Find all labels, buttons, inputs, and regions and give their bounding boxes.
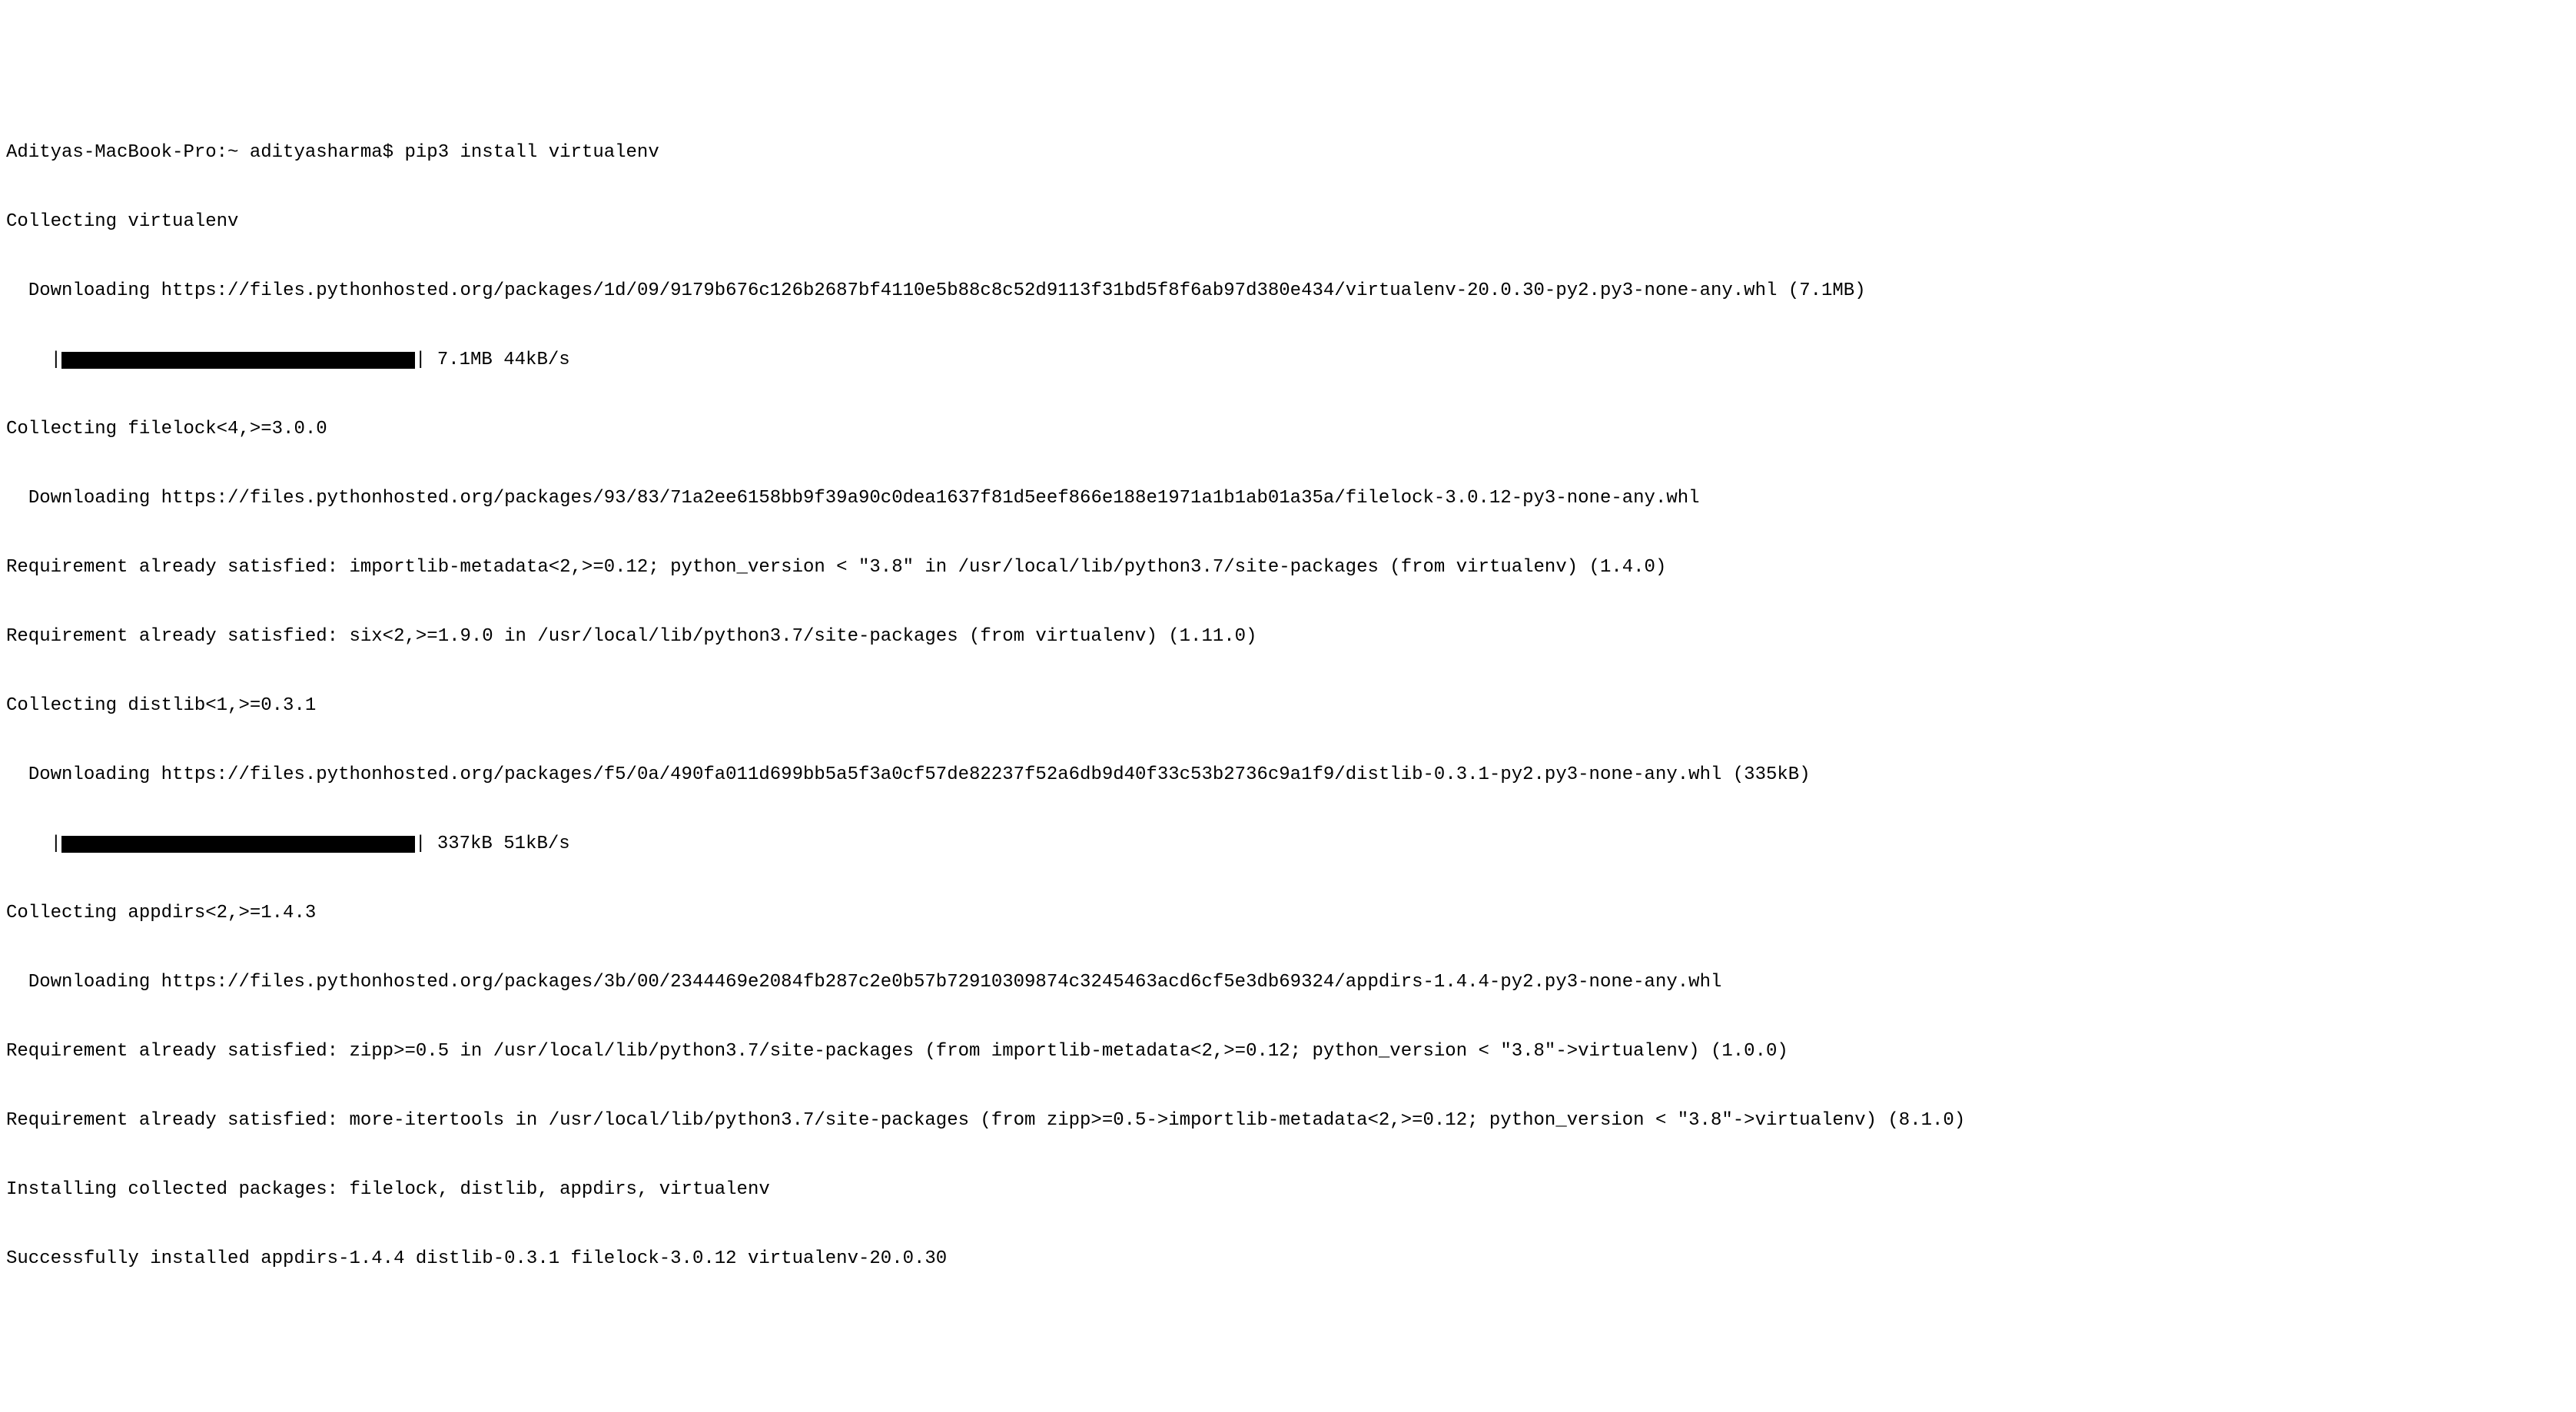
output-line: Collecting virtualenv [6, 210, 2570, 234]
terminal-output[interactable]: Adityas-MacBook-Pro:~ adityasharma$ pip3… [6, 95, 2570, 1294]
output-line: Requirement already satisfied: importlib… [6, 556, 2570, 579]
command-text: pip3 install virtualenv [404, 142, 659, 163]
progress-bar-fill [61, 836, 415, 853]
output-line: Successfully installed appdirs-1.4.4 dis… [6, 1248, 2570, 1271]
progress-pipe-left: | [51, 833, 61, 856]
progress-stats: 337kB 51kB/s [426, 833, 569, 856]
progress-bar-line: | | 337kB 51kB/s [6, 833, 2570, 856]
output-line: Requirement already satisfied: zipp>=0.5… [6, 1040, 2570, 1063]
output-line: Collecting filelock<4,>=3.0.0 [6, 418, 2570, 441]
output-line: Collecting distlib<1,>=0.3.1 [6, 694, 2570, 718]
output-line: Downloading https://files.pythonhosted.o… [6, 487, 2570, 510]
output-line: Requirement already satisfied: more-iter… [6, 1109, 2570, 1132]
progress-pipe-right: | [415, 833, 426, 856]
progress-indent [6, 833, 51, 856]
progress-pipe-left: | [51, 349, 61, 372]
output-line: Installing collected packages: filelock,… [6, 1178, 2570, 1202]
shell-prompt: Adityas-MacBook-Pro:~ adityasharma$ [6, 142, 404, 163]
progress-bar-line: | | 7.1MB 44kB/s [6, 349, 2570, 372]
progress-bar-fill [61, 352, 415, 369]
progress-pipe-right: | [415, 349, 426, 372]
progress-stats: 7.1MB 44kB/s [426, 349, 569, 372]
output-line: Requirement already satisfied: six<2,>=1… [6, 625, 2570, 648]
progress-indent [6, 349, 51, 372]
prompt-line: Adityas-MacBook-Pro:~ adityasharma$ pip3… [6, 141, 2570, 164]
output-line: Downloading https://files.pythonhosted.o… [6, 764, 2570, 787]
output-line: Collecting appdirs<2,>=1.4.3 [6, 902, 2570, 925]
output-line: Downloading https://files.pythonhosted.o… [6, 971, 2570, 994]
output-line: Downloading https://files.pythonhosted.o… [6, 280, 2570, 303]
